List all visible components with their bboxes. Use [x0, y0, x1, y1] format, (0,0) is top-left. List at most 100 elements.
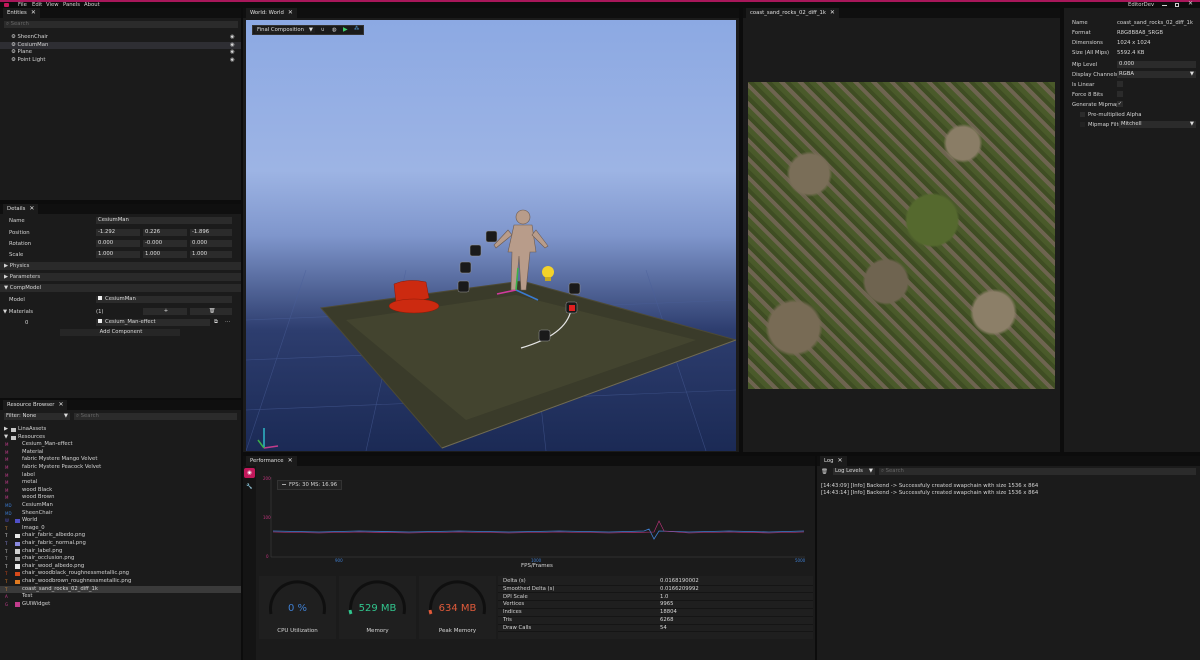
resource-item[interactable]: Mwood Black — [0, 487, 241, 495]
position-z-field[interactable]: -1.896 — [190, 229, 232, 236]
close-icon[interactable]: ✕ — [830, 9, 835, 16]
resource-item[interactable]: Tchair_fabric_normal.png — [0, 540, 241, 548]
gauge-icon[interactable]: ◉ — [244, 468, 255, 478]
close-icon[interactable]: ✕ — [31, 9, 36, 16]
resource-item[interactable]: Tchair_woodbrown_roughnessmetallic.png — [0, 578, 241, 586]
position-x-field[interactable]: -1.292 — [96, 229, 140, 236]
close-icon[interactable]: ✕ — [288, 457, 293, 464]
more-icon[interactable]: ⋯ — [225, 319, 230, 325]
tab-world[interactable]: World: World ✕ — [246, 8, 297, 18]
resource-item[interactable]: Mlabel — [0, 472, 241, 480]
resource-item[interactable]: A Test — [0, 593, 241, 601]
magnet-icon[interactable]: ∪ — [321, 27, 325, 33]
tab-performance[interactable]: Performance ✕ — [246, 456, 297, 466]
rotation-x-field[interactable]: 0.000 — [96, 240, 140, 247]
resource-item[interactable]: Mfabric Mystere Peacock Velvet — [0, 464, 241, 472]
chevron-down-icon: ▼ — [1189, 121, 1194, 127]
add-component-button[interactable]: Add Component — [60, 329, 180, 336]
visibility-eye-icon[interactable]: ◉ — [230, 49, 235, 57]
tab-resource-browser[interactable]: Resource Browser ✕ — [3, 400, 68, 410]
resource-item[interactable]: MD SheenChair — [0, 510, 241, 518]
tab-log[interactable]: Log ✕ — [820, 456, 847, 466]
scale-y-field[interactable]: 1.000 — [143, 251, 187, 258]
globe-icon[interactable]: ◍ — [332, 27, 337, 33]
close-window-icon[interactable]: ✕ — [1188, 1, 1193, 7]
chevron-down-icon[interactable]: ▼ — [4, 434, 8, 442]
entity-item[interactable]: ⚙ CesiumMan ◉ — [0, 41, 241, 50]
copy-icon[interactable]: ⧉ — [214, 319, 218, 326]
tab-details[interactable]: Details ✕ — [3, 204, 39, 214]
resource-item[interactable]: MD CesiumMan — [0, 502, 241, 510]
mipmap-filter-select[interactable]: Mitchell ▼ — [1119, 121, 1196, 128]
maximize-icon[interactable] — [1175, 3, 1179, 7]
premultiplied-alpha-checkbox[interactable] — [1080, 112, 1085, 117]
resource-item[interactable]: Tchair_fabric_albedo.png — [0, 532, 241, 540]
resource-item[interactable]: ▶ LinaAssets — [0, 426, 241, 434]
hierarchy-icon[interactable]: ⁂ — [354, 26, 359, 32]
minimize-icon[interactable] — [1162, 5, 1167, 6]
resource-item[interactable]: Mfabric Mystere Mango Velvet — [0, 456, 241, 464]
resource-label: chair_wood_albedo.png — [22, 562, 85, 569]
resource-item[interactable]: M Cesium_Man-effect — [0, 441, 241, 449]
force-8-bits-checkbox[interactable] — [1117, 91, 1123, 97]
position-y-field[interactable]: 0.226 — [143, 229, 187, 236]
section-physics[interactable]: ▶ Physics — [0, 262, 241, 270]
visibility-eye-icon[interactable]: ◉ — [230, 42, 235, 50]
app-logo-icon — [4, 3, 9, 7]
play-icon[interactable]: ▶ — [343, 26, 348, 33]
resource-item[interactable]: T Image_0 — [0, 525, 241, 533]
close-icon[interactable]: ✕ — [58, 401, 63, 408]
log-search-input[interactable]: ⌕ Search — [879, 468, 1196, 475]
close-icon[interactable]: ✕ — [837, 457, 842, 464]
entities-search-input[interactable]: ⌕ Search — [4, 21, 238, 28]
wrench-icon[interactable]: 🔧 — [246, 484, 253, 490]
resource-item[interactable]: Tchair_label.png — [0, 548, 241, 556]
entity-item[interactable]: ⚙ Plane ◉ — [0, 49, 241, 57]
close-icon[interactable]: ✕ — [29, 205, 34, 212]
generate-mipmaps-checkbox[interactable]: ✓ — [1117, 101, 1123, 107]
section-compmodel[interactable]: ▼ CompModel — [0, 284, 241, 292]
material-field[interactable]: Cesium_Man-effect — [96, 319, 210, 326]
display-channels-select[interactable]: RGBA ▼ — [1117, 71, 1196, 78]
mip-level-field[interactable]: 0.000 — [1117, 61, 1196, 68]
viewport[interactable]: Final Composition ▼ ∪ ◍ ▶ ⁂ — [246, 20, 736, 451]
x-axis-label: FPS/Frames — [521, 563, 553, 569]
filter-select[interactable]: Filter: None ▼ — [4, 413, 70, 420]
tab-entities[interactable]: Entities ✕ — [3, 8, 40, 18]
resource-item[interactable]: G GUIWidget — [0, 601, 241, 609]
clear-log-icon[interactable]: 🗑 — [821, 469, 828, 475]
tab-texture[interactable]: coast_sand_rocks_02_diff_1k ✕ — [746, 8, 839, 18]
composition-select[interactable]: Final Composition ▼ — [255, 27, 315, 33]
model-field[interactable]: CesiumMan — [96, 296, 232, 303]
resource-item[interactable]: Tcoast_sand_rocks_02_diff_1k — [0, 585, 241, 594]
name-field[interactable]: CesiumMan — [96, 217, 232, 224]
visibility-eye-icon[interactable]: ◉ — [230, 57, 235, 65]
resource-type-badge: T — [5, 548, 8, 554]
entity-item[interactable]: ⚙ Point Light ◉ — [0, 57, 241, 65]
materials-delete-button[interactable]: 🗑 — [190, 308, 232, 315]
resource-search-input[interactable]: ⌕ Search — [74, 413, 237, 420]
rotation-z-field[interactable]: 0.000 — [190, 240, 232, 247]
section-parameters[interactable]: ▶ Parameters — [0, 273, 241, 281]
log-levels-select[interactable]: Log Levels ▼ — [833, 468, 875, 475]
chevron-right-icon[interactable]: ▶ — [4, 426, 8, 434]
resource-item[interactable]: M Material — [0, 449, 241, 457]
resource-item[interactable]: Mmetal — [0, 479, 241, 487]
entity-item[interactable]: ⚙ SheenChair ◉ — [0, 34, 241, 42]
resource-item[interactable]: Tchair_occlusion.png — [0, 555, 241, 563]
close-icon[interactable]: ✕ — [288, 9, 293, 16]
is-linear-checkbox[interactable] — [1117, 81, 1123, 87]
scale-z-field[interactable]: 1.000 — [190, 251, 232, 258]
position-label: Position — [9, 230, 30, 236]
resource-item[interactable]: ▼ Resources — [0, 434, 241, 442]
resource-item[interactable]: W World — [0, 517, 241, 525]
scale-x-field[interactable]: 1.000 — [96, 251, 140, 258]
resource-item[interactable]: Mwood Brown — [0, 494, 241, 502]
resource-item[interactable]: Tchair_wood_albedo.png — [0, 563, 241, 571]
visibility-eye-icon[interactable]: ◉ — [230, 34, 235, 42]
resource-browser-panel: Resource Browser ✕ Filter: None ▼ ⌕ Search… — [0, 400, 241, 660]
x-tick-label: 5000 — [795, 558, 806, 563]
resource-item[interactable]: Tchair_woodblack_roughnessmetallic.png — [0, 570, 241, 578]
rotation-y-field[interactable]: -0.000 — [143, 240, 187, 247]
materials-add-button[interactable]: + — [143, 308, 187, 315]
